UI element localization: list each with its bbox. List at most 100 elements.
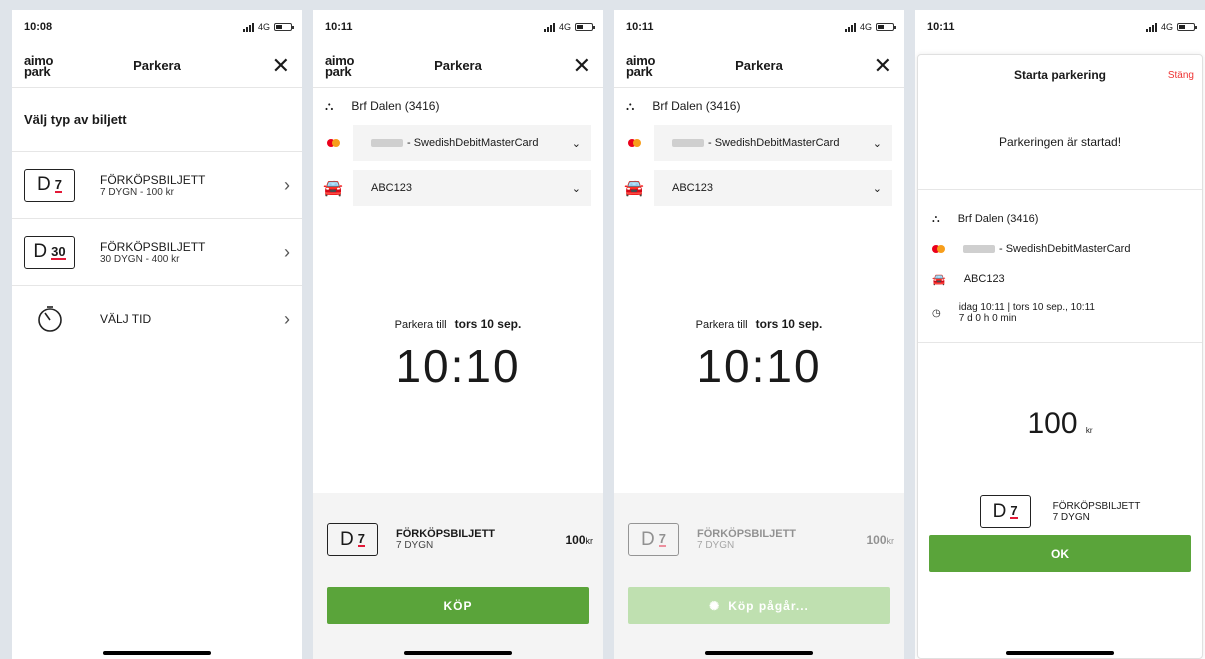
battery-icon <box>274 23 294 31</box>
purchase-footer: D7 FÖRKÖPSBILJETT 7 DYGN 100kr ✺ Köp pågår… <box>614 493 904 659</box>
loading-label: Köp pågår... <box>728 598 809 613</box>
status-time: 10:11 <box>325 21 353 33</box>
battery-icon <box>1177 23 1197 31</box>
signal-indicator: 4G <box>844 22 896 32</box>
ticket-option-detail: 7 DYGN - 100 kr <box>100 186 174 198</box>
status-bar: 10:11 4G <box>915 10 1205 44</box>
spinner-icon: ✺ <box>709 598 721 613</box>
phone-screen-started: 10:11 4G Starta parkering Stäng Parkerin… <box>915 10 1205 659</box>
section-title: Välj typ av biljett <box>24 112 127 127</box>
ticket-option-30-days[interactable]: D 30 FÖRKÖPSBILJETT 30 DYGN - 400 kr › <box>12 218 302 285</box>
signal-indicator: 4G <box>543 22 595 32</box>
status-time: 10:08 <box>24 21 53 33</box>
location-row: ⛬ Brf Dalen (3416) <box>614 88 904 124</box>
chevron-down-icon: ⌄ <box>872 182 882 195</box>
network-label: 4G <box>859 22 872 32</box>
payment-select[interactable]: - SwedishDebitMasterCard ⌄ <box>614 125 892 161</box>
plate-label: ABC123 <box>672 182 713 194</box>
page-title: Parkera <box>434 58 482 73</box>
signal-icon <box>1145 22 1157 32</box>
page-title: Parkera <box>133 58 181 73</box>
phone-screen-confirm: 10:11 4G aimo park Parkera ✕ ⛬ Brf Dalen … <box>313 10 603 659</box>
ticket-option-choose-time[interactable]: VÄLJ TID › <box>12 285 302 352</box>
chevron-right-icon: › <box>284 241 290 262</box>
close-icon[interactable]: ✕ <box>246 54 290 77</box>
buy-button[interactable]: KÖP <box>327 587 589 624</box>
clock-icon: ◷ <box>932 307 941 319</box>
chevron-down-icon: ⌄ <box>571 137 581 150</box>
signal-indicator: 4G <box>242 22 294 32</box>
aimo-park-logo: aimo park <box>325 52 355 79</box>
vehicle-select[interactable]: 🚘 ABC123 ⌄ <box>614 170 892 206</box>
masked-card-number <box>963 245 995 254</box>
close-button[interactable]: Stäng <box>1168 70 1194 81</box>
aimo-park-logo: aimo park <box>626 52 656 79</box>
summary-location: ⛬ Brf Dalen (3416) <box>932 212 1039 226</box>
vehicle-select[interactable]: 🚘 ABC123 ⌄ <box>313 170 591 206</box>
summary-vehicle: 🚘 ABC123 <box>932 273 1005 286</box>
phone-screen-purchasing: 10:11 4G aimo park Parkera ✕ ⛬ Brf Dalen … <box>614 10 904 659</box>
ticket-badge-icon: D7 <box>979 495 1031 528</box>
masked-card-number <box>672 139 704 148</box>
app-header: aimo park Parkera ✕ <box>614 44 904 88</box>
car-icon: 🚘 <box>932 273 946 286</box>
park-until-time: 10:10 <box>696 340 822 392</box>
signal-icon <box>844 22 856 32</box>
total-price: 100 kr <box>1027 407 1093 440</box>
ticket-name: FÖRKÖPSBILJETT <box>396 528 496 540</box>
plate-label: ABC123 <box>371 182 412 194</box>
card-label: - SwedishDebitMasterCard <box>407 137 539 149</box>
status-bar: 10:11 4G <box>313 10 603 44</box>
network-label: 4G <box>257 22 270 32</box>
mastercard-icon <box>932 245 945 253</box>
page-title: Parkera <box>735 58 783 73</box>
ticket-option-name: FÖRKÖPSBILJETT <box>100 172 206 187</box>
close-icon[interactable]: ✕ <box>848 54 892 77</box>
status-time: 10:11 <box>927 21 955 33</box>
close-icon[interactable]: ✕ <box>547 54 591 77</box>
started-message: Parkeringen är startad! <box>918 95 1202 190</box>
status-bar: 10:11 4G <box>614 10 904 44</box>
ticket-duration: 7 DYGN <box>697 540 735 551</box>
payment-select[interactable]: - SwedishDebitMasterCard ⌄ <box>313 125 591 161</box>
summary-period: ◷ idag 10:11 | tors 10 sep., 10:11 7 d 0 h… <box>932 302 1095 324</box>
home-indicator <box>1006 651 1114 655</box>
home-indicator <box>103 651 211 655</box>
app-header: aimo park Parkera ✕ <box>12 44 302 88</box>
chevron-down-icon: ⌄ <box>571 182 581 195</box>
battery-icon <box>876 23 896 31</box>
ticket-summary: D7 FÖRKÖPSBILJETT 7 DYGN <box>918 441 1202 528</box>
phone-screen-ticket-type: 10:08 4G aimo park Parkera ✕ Välj typ av … <box>12 10 302 659</box>
park-until-time: 10:10 <box>395 340 521 392</box>
status-time: 10:11 <box>626 21 654 33</box>
location-pin-icon: ⛬ <box>626 98 635 113</box>
ticket-price: 100kr <box>866 532 894 547</box>
ticket-badge-icon: D 30 <box>24 235 75 269</box>
park-until: Parkera till tors 10 sep. <box>394 317 522 331</box>
ok-button[interactable]: OK <box>929 535 1191 572</box>
ticket-name: FÖRKÖPSBILJETT <box>697 528 797 540</box>
location-pin-icon: ⛬ <box>932 212 940 225</box>
purchase-footer: D7 FÖRKÖPSBILJETT 7 DYGN 100kr KÖP <box>313 493 603 659</box>
home-indicator <box>705 651 813 655</box>
car-icon: 🚘 <box>323 180 343 197</box>
ticket-option-name: FÖRKÖPSBILJETT <box>100 239 206 254</box>
ticket-badge-icon: D7 <box>628 523 679 556</box>
signal-icon <box>242 22 254 32</box>
ticket-duration: 7 DYGN <box>1052 511 1090 523</box>
aimo-park-logo: aimo park <box>24 52 54 79</box>
chevron-down-icon: ⌄ <box>872 137 882 150</box>
ticket-option-7-days[interactable]: D7 FÖRKÖPSBILJETT 7 DYGN - 100 kr › <box>12 151 302 218</box>
summary-card: - SwedishDebitMasterCard <box>918 234 1202 264</box>
ticket-name: FÖRKÖPSBILJETT <box>1052 500 1141 512</box>
chevron-right-icon: › <box>284 174 290 195</box>
location-name: Brf Dalen (3416) <box>351 99 440 113</box>
location-pin-icon: ⛬ <box>325 98 334 113</box>
app-header: aimo park Parkera ✕ <box>313 44 603 88</box>
home-indicator <box>404 651 512 655</box>
park-until: Parkera till tors 10 sep. <box>695 317 823 331</box>
ticket-option-detail: 30 DYGN - 400 kr <box>100 253 180 265</box>
modal-header: Starta parkering Stäng <box>918 55 1202 95</box>
signal-indicator: 4G <box>1145 22 1197 32</box>
car-icon: 🚘 <box>624 180 644 197</box>
